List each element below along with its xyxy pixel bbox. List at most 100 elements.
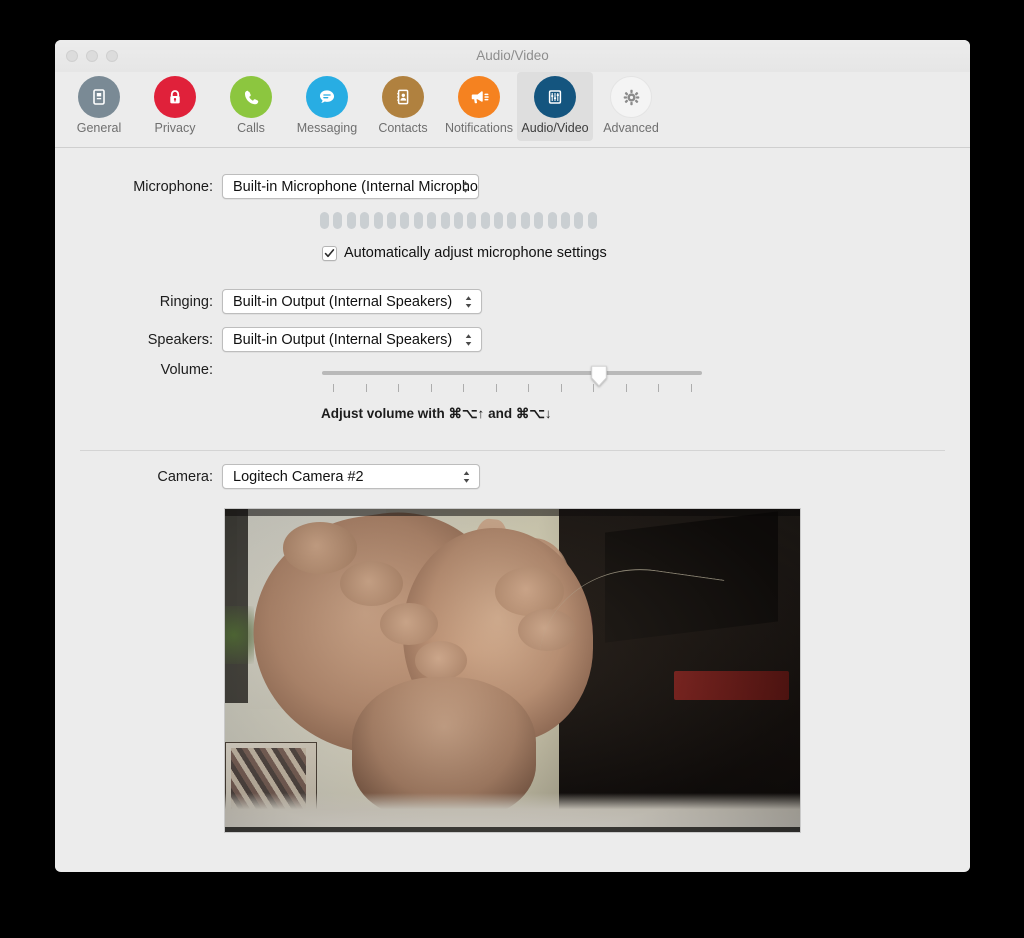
level-segment — [333, 212, 343, 229]
tab-notifications[interactable]: Notifications — [441, 72, 517, 141]
level-segment — [574, 212, 584, 229]
level-segment — [360, 212, 370, 229]
chevron-updown-icon — [465, 333, 472, 346]
titlebar: Audio/Video — [55, 40, 970, 72]
level-segment — [386, 212, 396, 229]
volume-tick — [463, 384, 465, 392]
volume-hint: Adjust volume with ⌘⌥↑ and ⌘⌥↓ — [321, 406, 552, 421]
level-segment — [494, 212, 504, 229]
tab-label: General — [76, 121, 122, 135]
camera-row: Camera: Logitech Camera #2 — [101, 464, 480, 489]
volume-slider[interactable] — [322, 365, 702, 393]
tab-label: Advanced — [603, 121, 659, 135]
ringing-label: Ringing: — [159, 293, 213, 310]
volume-tick — [690, 384, 692, 392]
tab-general[interactable]: General — [61, 72, 137, 141]
camera-label: Camera: — [157, 468, 213, 485]
level-segment — [547, 212, 557, 229]
window-title: Audio/Video — [476, 48, 549, 63]
chevron-updown-icon — [463, 470, 470, 483]
tab-audio-video[interactable]: Audio/Video — [517, 72, 593, 141]
auto-adjust-checkbox[interactable] — [322, 245, 337, 261]
audio-video-pane: Microphone: Built-in Microphone (Interna… — [55, 148, 970, 871]
volume-thumb[interactable] — [591, 365, 608, 387]
traffic-lights — [66, 50, 118, 62]
microphone-select[interactable]: Built-in Microphone (Internal Microphone… — [222, 174, 479, 199]
megaphone-icon — [458, 76, 500, 118]
speakers-row: Speakers: Built-in Output (Internal Spea… — [101, 327, 482, 352]
ringing-value: Built-in Output (Internal Speakers) — [233, 293, 453, 310]
contacts-icon — [382, 76, 424, 118]
phone-icon — [230, 76, 272, 118]
ringing-row: Ringing: Built-in Output (Internal Speak… — [101, 289, 482, 314]
tab-messaging[interactable]: Messaging — [289, 72, 365, 141]
tab-contacts[interactable]: Contacts — [365, 72, 441, 141]
volume-track[interactable] — [322, 371, 702, 375]
camera-value: Logitech Camera #2 — [233, 468, 364, 485]
volume-tick — [658, 384, 660, 392]
level-segment — [520, 212, 530, 229]
speakers-select[interactable]: Built-in Output (Internal Speakers) — [222, 327, 482, 352]
level-segment — [587, 212, 597, 229]
volume-tick — [430, 384, 432, 392]
camera-select[interactable]: Logitech Camera #2 — [222, 464, 480, 489]
volume-tick — [528, 384, 530, 392]
speakers-label: Speakers: — [147, 331, 213, 348]
microphone-level-meter — [320, 212, 597, 229]
preferences-window: Audio/Video General Privacy Calls Messag… — [55, 40, 970, 872]
auto-adjust-microphone-row[interactable]: Automatically adjust microphone settings — [322, 245, 607, 261]
volume-tick — [560, 384, 562, 392]
level-segment — [427, 212, 437, 229]
lock-icon — [154, 76, 196, 118]
level-segment — [480, 212, 490, 229]
minimize-button[interactable] — [86, 50, 98, 62]
level-segment — [346, 212, 356, 229]
volume-tick — [495, 384, 497, 392]
tab-calls[interactable]: Calls — [213, 72, 289, 141]
level-segment — [373, 212, 383, 229]
tab-privacy[interactable]: Privacy — [137, 72, 213, 141]
gear-icon — [610, 76, 652, 118]
close-button[interactable] — [66, 50, 78, 62]
tab-label: Privacy — [154, 121, 196, 135]
chevron-updown-icon — [465, 295, 472, 308]
level-segment — [534, 212, 544, 229]
level-segment — [440, 212, 450, 229]
level-segment — [400, 212, 410, 229]
level-segment — [507, 212, 517, 229]
camera-preview — [224, 508, 801, 833]
tab-label: Audio/Video — [521, 121, 589, 135]
auto-adjust-label: Automatically adjust microphone settings — [344, 245, 607, 261]
volume-tick — [333, 384, 335, 392]
mixer-sliders-icon — [534, 76, 576, 118]
microphone-label: Microphone: — [133, 178, 213, 195]
tab-advanced[interactable]: Advanced — [593, 72, 669, 141]
chevron-updown-icon — [462, 180, 469, 193]
microphone-row: Microphone: Built-in Microphone (Interna… — [101, 174, 479, 199]
level-segment — [453, 212, 463, 229]
volume-tick — [625, 384, 627, 392]
volume-row: Volume: — [101, 362, 222, 378]
zoom-button[interactable] — [106, 50, 118, 62]
camera-preview-scene — [225, 509, 800, 832]
ringing-select[interactable]: Built-in Output (Internal Speakers) — [222, 289, 482, 314]
tab-label: Calls — [237, 121, 265, 135]
microphone-value: Built-in Microphone (Internal Microphone… — [233, 178, 479, 195]
section-divider — [80, 450, 945, 451]
tab-label: Contacts — [378, 121, 428, 135]
volume-tick — [365, 384, 367, 392]
chat-bubble-icon — [306, 76, 348, 118]
volume-label: Volume: — [160, 362, 213, 378]
preferences-toolbar: General Privacy Calls Messaging Contacts — [55, 72, 970, 148]
check-icon — [324, 248, 335, 257]
level-segment — [413, 212, 423, 229]
level-segment — [561, 212, 571, 229]
speakers-value: Built-in Output (Internal Speakers) — [233, 331, 453, 348]
level-segment — [320, 212, 329, 229]
id-card-icon — [78, 76, 120, 118]
tab-label: Notifications — [444, 121, 514, 135]
level-segment — [467, 212, 477, 229]
tab-label: Messaging — [296, 121, 358, 135]
volume-ticks — [322, 384, 702, 393]
volume-tick — [398, 384, 400, 392]
